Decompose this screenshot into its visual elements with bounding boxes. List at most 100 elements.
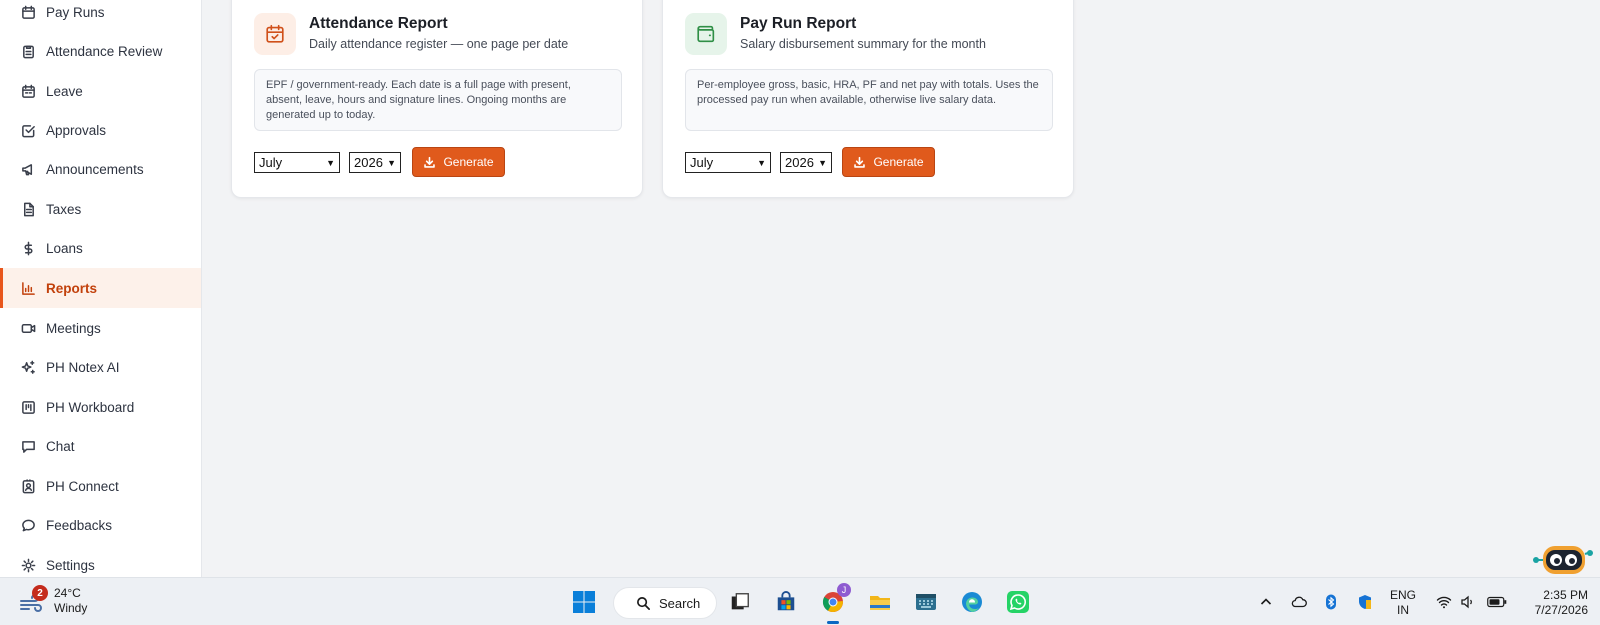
wind-icon: 2 xyxy=(18,585,48,615)
sidebar-item-chat[interactable]: Chat xyxy=(0,426,201,466)
sidebar-item-ph-workboard[interactable]: PH Workboard xyxy=(0,387,201,427)
wifi-icon[interactable] xyxy=(1433,578,1455,625)
generate-button-label: Generate xyxy=(873,155,924,169)
taskbar-search[interactable]: Search xyxy=(613,587,717,619)
sidebar-item-label: Leave xyxy=(46,83,83,99)
month-select[interactable]: July ▼ xyxy=(254,152,340,173)
sidebar-item-label: Attendance Review xyxy=(46,43,163,59)
sidebar-item-label: PH Connect xyxy=(46,478,119,494)
input-language-indicator[interactable]: ENG IN xyxy=(1390,588,1416,618)
sidebar: Pay Runs Attendance Review Leave Approva… xyxy=(0,0,202,577)
bar-chart-icon xyxy=(20,280,36,296)
attendance-report-card: Attendance Report Daily attendance regis… xyxy=(231,0,643,198)
chrome-icon[interactable]: J xyxy=(818,583,851,624)
volume-icon[interactable] xyxy=(1457,578,1479,625)
whatsapp-icon[interactable] xyxy=(1003,587,1033,617)
chevron-down-icon: ▼ xyxy=(818,157,827,168)
notification-badge: 2 xyxy=(32,585,48,601)
calendar-check-icon xyxy=(254,13,296,55)
clock-date: 7/27/2026 xyxy=(1534,603,1588,617)
card-description: Per-employee gross, basic, HRA, PF and n… xyxy=(685,69,1053,131)
download-icon xyxy=(424,156,436,168)
microsoft-store-icon[interactable] xyxy=(771,587,801,617)
chevron-up-icon[interactable] xyxy=(1255,578,1277,625)
sidebar-item-label: Pay Runs xyxy=(46,4,105,20)
sidebar-item-label: Settings xyxy=(46,557,95,573)
document-icon xyxy=(20,201,36,217)
language-region: IN xyxy=(1397,603,1409,617)
generate-button[interactable]: Generate xyxy=(412,147,505,177)
sidebar-item-attendance-review[interactable]: Attendance Review xyxy=(0,31,201,71)
virtual-keyboard-app-icon[interactable] xyxy=(911,587,941,617)
sidebar-item-label: Loans xyxy=(46,240,83,256)
sidebar-item-label: PH Workboard xyxy=(46,399,135,415)
sidebar-item-label: Chat xyxy=(46,438,75,454)
search-label: Search xyxy=(659,595,701,611)
sparkles-icon xyxy=(20,359,36,375)
sidebar-item-ph-notex-ai[interactable]: PH Notex AI xyxy=(0,347,201,387)
generate-button[interactable]: Generate xyxy=(842,147,935,177)
year-select[interactable]: 2026 ▼ xyxy=(780,152,832,173)
wallet-icon xyxy=(685,13,727,55)
task-view-icon[interactable] xyxy=(725,587,755,617)
file-explorer-icon[interactable] xyxy=(865,587,895,617)
weather-temperature: 24°C xyxy=(54,586,81,600)
security-shield-icon[interactable] xyxy=(1353,578,1377,625)
chrome-profile-badge: J xyxy=(837,583,851,597)
clock-time: 2:35 PM xyxy=(1543,588,1588,602)
kanban-icon xyxy=(20,399,36,415)
bluetooth-icon[interactable] xyxy=(1320,578,1342,625)
search-icon xyxy=(637,596,650,610)
sidebar-item-label: Announcements xyxy=(46,161,144,177)
assistant-mascot-icon[interactable] xyxy=(1533,543,1593,577)
generate-button-label: Generate xyxy=(443,155,494,169)
month-select[interactable]: July ▼ xyxy=(685,152,771,173)
battery-icon[interactable] xyxy=(1484,578,1510,625)
taskbar: 2 24°C Windy Search J ENG IN 2:35 PM 7/2… xyxy=(0,577,1600,625)
chevron-down-icon: ▼ xyxy=(387,157,396,168)
contact-card-icon xyxy=(20,478,36,494)
download-icon xyxy=(854,156,866,168)
card-subtitle: Salary disbursement summary for the mont… xyxy=(740,37,986,51)
edge-browser-icon[interactable] xyxy=(957,587,987,617)
sidebar-item-approvals[interactable]: Approvals xyxy=(0,110,201,150)
year-select-value: 2026 xyxy=(354,155,383,170)
month-select-value: July xyxy=(259,155,283,170)
card-description: EPF / government-ready. Each date is a f… xyxy=(254,69,622,131)
year-select[interactable]: 2026 ▼ xyxy=(349,152,401,173)
calendar-icon xyxy=(20,83,36,99)
card-title: Pay Run Report xyxy=(740,15,857,32)
windows-start-icon[interactable] xyxy=(569,587,599,617)
sidebar-item-pay-runs[interactable]: Pay Runs xyxy=(0,0,201,32)
weather-widget[interactable]: 2 24°C Windy xyxy=(18,585,87,616)
sidebar-item-reports[interactable]: Reports xyxy=(0,268,201,308)
pay-run-report-card: Pay Run Report Salary disbursement summa… xyxy=(662,0,1074,198)
system-clock[interactable]: 2:35 PM 7/27/2026 xyxy=(1522,588,1588,618)
chevron-down-icon: ▼ xyxy=(326,157,335,168)
chevron-down-icon: ▼ xyxy=(757,157,766,168)
sidebar-item-ph-connect[interactable]: PH Connect xyxy=(0,466,201,506)
dollar-icon xyxy=(20,240,36,256)
video-icon xyxy=(20,320,36,336)
calendar-icon xyxy=(20,4,36,20)
sidebar-item-feedbacks[interactable]: Feedbacks xyxy=(0,505,201,545)
sidebar-item-loans[interactable]: Loans xyxy=(0,228,201,268)
sidebar-item-label: Approvals xyxy=(46,122,107,138)
sidebar-item-label: Taxes xyxy=(46,201,82,217)
sidebar-item-announcements[interactable]: Announcements xyxy=(0,149,201,189)
megaphone-icon xyxy=(20,161,36,177)
speech-bubble-icon xyxy=(20,517,36,533)
clipboard-icon xyxy=(20,43,36,59)
card-title: Attendance Report xyxy=(309,15,448,32)
sidebar-item-taxes[interactable]: Taxes xyxy=(0,189,201,229)
sidebar-item-settings[interactable]: Settings xyxy=(0,545,201,577)
checkbox-icon xyxy=(20,122,36,138)
language-code: ENG xyxy=(1390,588,1417,602)
card-subtitle: Daily attendance register — one page per… xyxy=(309,37,569,51)
sidebar-item-meetings[interactable]: Meetings xyxy=(0,308,201,348)
sidebar-item-leave[interactable]: Leave xyxy=(0,71,201,111)
chat-icon xyxy=(20,438,36,454)
gear-icon xyxy=(20,557,36,573)
year-select-value: 2026 xyxy=(785,155,814,170)
onedrive-cloud-icon[interactable] xyxy=(1287,578,1311,625)
